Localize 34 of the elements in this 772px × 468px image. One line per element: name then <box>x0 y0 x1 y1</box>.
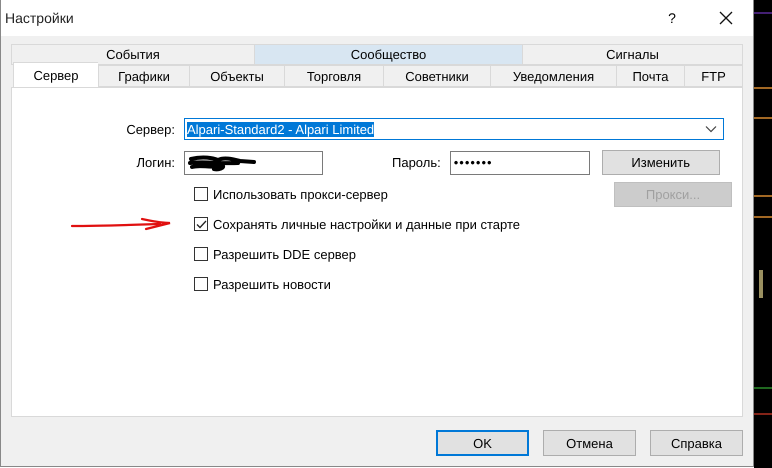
check-icon <box>196 220 206 228</box>
dropdown-caret-icon <box>705 125 717 133</box>
tab[interactable]: Графики <box>98 65 189 87</box>
dialog-button[interactable]: OK <box>436 430 529 456</box>
checkbox-label[interactable]: Разрешить новости <box>213 276 331 292</box>
field-label: Сервер: <box>125 122 176 136</box>
login-field[interactable] <box>184 150 323 174</box>
checkbox-label[interactable]: Использовать прокси-сервер <box>213 186 388 202</box>
dialog-button[interactable]: Справка <box>650 430 743 456</box>
tab[interactable]: Торговля <box>284 65 383 87</box>
checkbox[interactable] <box>194 217 208 231</box>
change-button[interactable]: Изменить <box>602 150 720 175</box>
tab[interactable]: Уведомления <box>490 65 616 87</box>
tab[interactable]: Объекты <box>189 65 284 87</box>
close-icon <box>718 10 734 26</box>
tab[interactable]: FTP <box>684 65 743 87</box>
tab[interactable]: Почта <box>616 65 684 87</box>
field-label: Пароль: <box>392 155 441 170</box>
tab[interactable]: Сигналы <box>522 44 743 65</box>
password-field[interactable]: ••••••• <box>450 150 590 174</box>
field-label: Логин: <box>135 155 176 170</box>
checkbox-label[interactable]: Сохранять личные настройки и данные при старте <box>213 216 520 232</box>
checkbox[interactable] <box>194 277 208 291</box>
dialog-button[interactable]: Отмена <box>543 430 636 456</box>
tab[interactable]: Советники <box>383 65 490 87</box>
checkbox[interactable] <box>194 187 208 201</box>
window-title: Настройки <box>5 10 75 26</box>
tab[interactable]: События <box>11 44 254 65</box>
help-button[interactable]: ? <box>649 0 695 36</box>
tab[interactable]: Сервер <box>13 62 98 87</box>
checkbox-label[interactable]: Разрешить DDE сервер <box>213 246 356 262</box>
tab[interactable]: Сообщество <box>254 44 522 65</box>
checkbox[interactable] <box>194 247 208 261</box>
server-dropdown[interactable]: Alpari-Standard2 - Alpari Limited <box>184 118 724 140</box>
